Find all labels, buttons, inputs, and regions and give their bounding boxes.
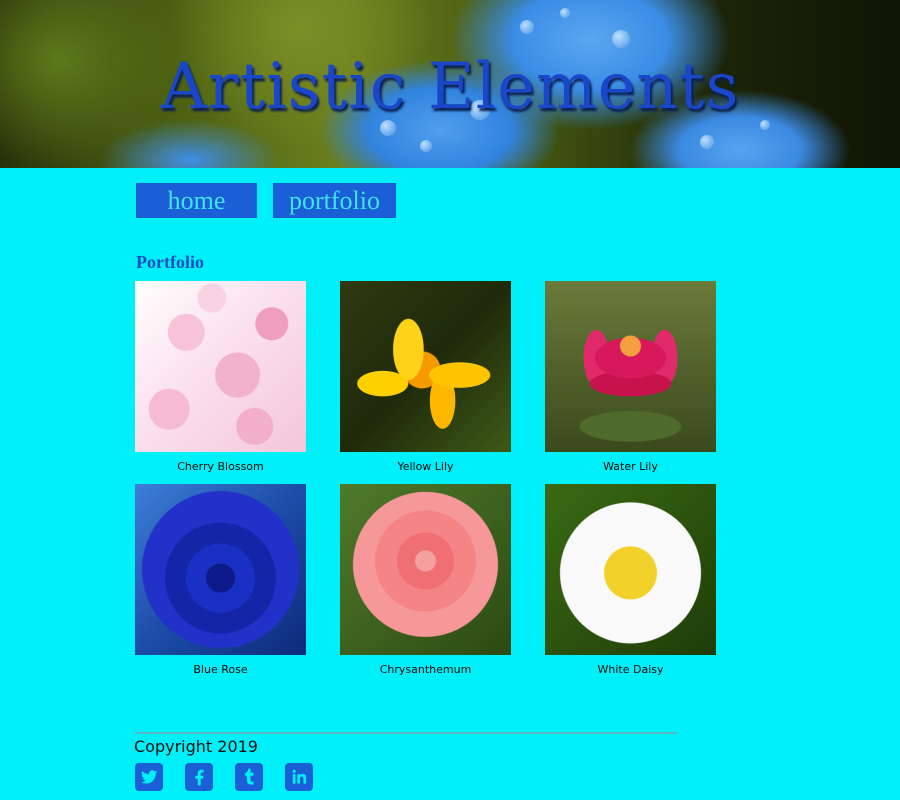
gallery-item-chrysanthemum[interactable]: Chrysanthemum [340,484,511,676]
gallery-caption: Chrysanthemum [379,663,472,676]
gallery-item-cherry-blossom[interactable]: Cherry Blossom [135,281,306,473]
blue-rose-image[interactable] [135,484,306,655]
section-title: Portfolio [136,252,204,272]
gallery-item-white-daisy[interactable]: White Daisy [545,484,716,676]
gallery-item-water-lily[interactable]: Water Lily [545,281,716,473]
cherry-blossom-image[interactable] [135,281,306,452]
white-daisy-image[interactable] [545,484,716,655]
water-drop [560,8,570,18]
yellow-lily-image[interactable] [340,281,511,452]
nav-portfolio-button[interactable]: portfolio [273,183,396,218]
water-drop [420,140,432,152]
twitter-icon[interactable] [135,763,163,791]
water-drop [612,30,630,48]
water-drop [520,20,534,34]
gallery-caption: Yellow Lily [397,460,454,473]
gallery-item-yellow-lily[interactable]: Yellow Lily [340,281,511,473]
nav-home-button[interactable]: home [136,183,257,218]
footer-divider [135,732,677,734]
gallery-item-blue-rose[interactable]: Blue Rose [135,484,306,676]
site-title: Artistic Elements [160,50,740,124]
linkedin-icon[interactable] [285,763,313,791]
chrysanthemum-image[interactable] [340,484,511,655]
social-links [135,763,313,791]
header-banner: Artistic Elements [0,0,900,168]
gallery-caption: White Daisy [597,663,664,676]
gallery-caption: Blue Rose [193,663,248,676]
gallery-caption: Cherry Blossom [177,460,264,473]
gallery-caption: Water Lily [603,460,658,473]
water-drop [700,135,714,149]
water-lily-image[interactable] [545,281,716,452]
main-nav: home portfolio [136,183,396,218]
facebook-icon[interactable] [185,763,213,791]
tumblr-icon[interactable] [235,763,263,791]
copyright-text: Copyright 2019 [134,737,258,756]
